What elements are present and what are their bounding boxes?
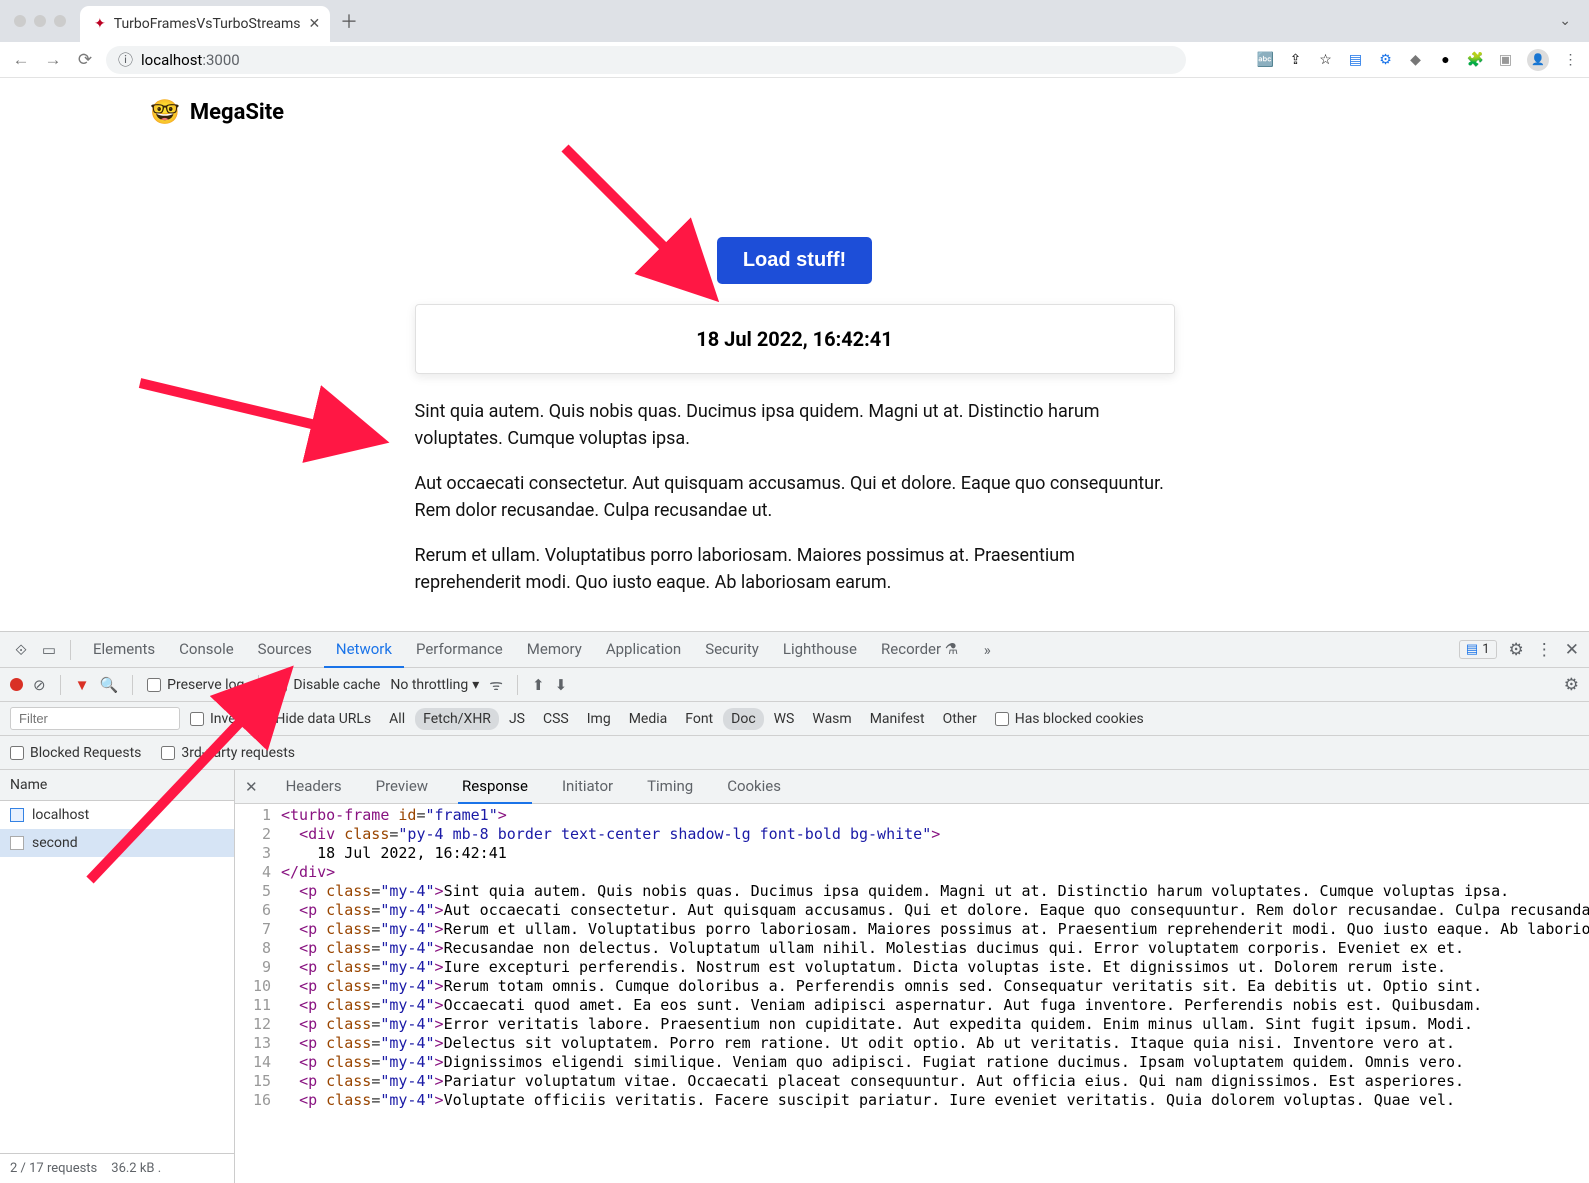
devtools-tab-recorder-[interactable]: Recorder ⚗ (869, 632, 970, 668)
site-info-icon[interactable]: ⓘ (118, 49, 133, 70)
tab-title: TurboFramesVsTurboStreams (114, 16, 301, 32)
detail-tab-response[interactable]: Response (458, 770, 532, 804)
file-icon (10, 836, 24, 850)
response-body[interactable]: 1<turbo-frame id="frame1">2 <div class="… (235, 804, 1589, 1183)
browser-tab[interactable]: ✦ TurboFramesVsTurboStreams ✕ (80, 6, 330, 42)
more-tabs-icon[interactable]: » (976, 641, 998, 659)
inspect-icon[interactable]: ⟐ (10, 641, 32, 659)
wifi-icon[interactable]: ᯤ (489, 675, 503, 695)
ext-icon-2[interactable]: ⚙ (1377, 51, 1394, 68)
devtools-tab-application[interactable]: Application (594, 632, 693, 668)
extensions-icon[interactable]: 🧩 (1467, 51, 1484, 68)
network-settings-icon[interactable]: ⚙ (1564, 675, 1579, 695)
tab-bar: ✦ TurboFramesVsTurboStreams ✕ ＋ ⌄ (0, 0, 1589, 42)
address-bar: ← → ⟳ ⓘ localhost:3000 🔤 ⇪ ☆ ▤ ⚙ ◆ ● 🧩 ▣… (0, 42, 1589, 78)
status-requests: 2 / 17 requests (10, 1161, 97, 1176)
page-content: 🤓 MegaSite Load stuff! 18 Jul 2022, 16:4… (0, 78, 1589, 631)
devtools-tab-memory[interactable]: Memory (515, 632, 594, 668)
site-brand: 🤓 MegaSite (150, 98, 284, 126)
url-host: localhost (141, 51, 202, 69)
throttling-select[interactable]: No throttling ▾ (390, 677, 479, 693)
content-paragraph: Aut occaecati consectetur. Aut quisquam … (415, 470, 1175, 524)
translate-icon[interactable]: 🔤 (1257, 51, 1274, 68)
devtools-tab-security[interactable]: Security (693, 632, 771, 668)
type-chip-other[interactable]: Other (935, 708, 985, 730)
type-chip-css[interactable]: CSS (535, 708, 577, 730)
content-paragraph: Rerum et ullam. Voluptatibus porro labor… (415, 542, 1175, 596)
record-icon[interactable] (10, 678, 23, 691)
share-icon[interactable]: ⇪ (1287, 51, 1304, 68)
ext-icon-5[interactable]: ▣ (1497, 51, 1514, 68)
forward-icon[interactable]: → (42, 50, 64, 70)
type-chip-manifest[interactable]: Manifest (862, 708, 933, 730)
ext-icon-3[interactable]: ◆ (1407, 51, 1424, 68)
issues-badge[interactable]: ▤1 (1459, 640, 1497, 659)
profile-avatar[interactable]: 👤 (1527, 49, 1549, 71)
type-chip-img[interactable]: Img (579, 708, 619, 730)
ext-icon-4[interactable]: ● (1437, 51, 1454, 68)
issues-count: 1 (1482, 642, 1489, 657)
clear-icon[interactable]: ⊘ (33, 676, 46, 694)
ext-icon-1[interactable]: ▤ (1347, 51, 1364, 68)
load-stuff-button[interactable]: Load stuff! (717, 237, 872, 284)
brand-emoji: 🤓 (150, 98, 180, 126)
chat-icon: ▤ (1466, 642, 1478, 657)
type-chip-wasm[interactable]: Wasm (804, 708, 859, 730)
browser-chrome: ✦ TurboFramesVsTurboStreams ✕ ＋ ⌄ ← → ⟳ … (0, 0, 1589, 78)
devtools-tab-performance[interactable]: Performance (404, 632, 515, 668)
upload-icon[interactable]: ⬆ (532, 676, 545, 694)
type-chip-fetch-xhr[interactable]: Fetch/XHR (415, 708, 499, 730)
type-chip-js[interactable]: JS (501, 708, 533, 730)
new-tab-button[interactable]: ＋ (340, 8, 358, 34)
type-chip-media[interactable]: Media (621, 708, 676, 730)
timestamp-card: 18 Jul 2022, 16:42:41 (415, 304, 1175, 374)
blocked-cookies-checkbox[interactable]: Has blocked cookies (995, 711, 1144, 727)
detail-tab-bar: ✕ HeadersPreviewResponseInitiatorTimingC… (235, 770, 1589, 804)
type-chip-font[interactable]: Font (677, 708, 721, 730)
status-size: 36.2 kB . (111, 1161, 161, 1176)
favicon-icon: ✦ (94, 16, 106, 32)
back-icon[interactable]: ← (10, 50, 32, 70)
window-controls[interactable] (14, 15, 66, 27)
close-devtools-icon[interactable]: ✕ (1565, 640, 1579, 660)
device-icon[interactable]: ▭ (38, 641, 60, 659)
url-box[interactable]: ⓘ localhost:3000 (106, 46, 1186, 74)
brand-name: MegaSite (190, 100, 284, 125)
tabs-dropdown-icon[interactable]: ⌄ (1559, 13, 1571, 29)
settings-icon[interactable]: ⚙ (1509, 640, 1524, 660)
request-detail: ✕ HeadersPreviewResponseInitiatorTimingC… (235, 770, 1589, 1183)
download-icon[interactable]: ⬇ (555, 676, 568, 694)
detail-tab-timing[interactable]: Timing (643, 770, 697, 804)
devtools-tab-network[interactable]: Network (324, 632, 404, 668)
toolbar-right: 🔤 ⇪ ☆ ▤ ⚙ ◆ ● 🧩 ▣ 👤 ⋮ (1257, 49, 1579, 71)
chevron-down-icon: ▾ (472, 677, 479, 693)
content-paragraph: Sint quia autem. Quis nobis quas. Ducimu… (415, 398, 1175, 452)
detail-tab-preview[interactable]: Preview (372, 770, 432, 804)
type-chip-ws[interactable]: WS (766, 708, 803, 730)
detail-tab-cookies[interactable]: Cookies (723, 770, 785, 804)
file-icon (10, 808, 24, 822)
kebab-icon[interactable]: ⋮ (1536, 640, 1553, 660)
network-status-bar: 2 / 17 requests 36.2 kB . (0, 1153, 234, 1183)
type-chip-doc[interactable]: Doc (723, 708, 764, 730)
request-name: second (32, 835, 78, 851)
timestamp-text: 18 Jul 2022, 16:42:41 (696, 327, 892, 351)
type-chip-all[interactable]: All (381, 708, 413, 730)
devtools-tab-lighthouse[interactable]: Lighthouse (771, 632, 869, 668)
annotation-arrow-icon (80, 660, 310, 894)
detail-tab-initiator[interactable]: Initiator (558, 770, 617, 804)
close-tab-icon[interactable]: ✕ (309, 16, 321, 32)
menu-icon[interactable]: ⋮ (1562, 51, 1579, 68)
star-icon[interactable]: ☆ (1317, 51, 1334, 68)
reload-icon[interactable]: ⟳ (74, 50, 96, 70)
annotation-arrow-icon (130, 373, 390, 473)
url-port: :3000 (202, 51, 239, 69)
